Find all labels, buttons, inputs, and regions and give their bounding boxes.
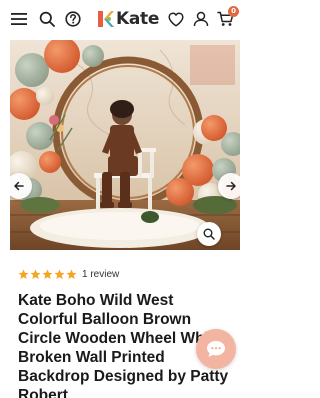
menu-icon: [11, 13, 27, 25]
star-icon: [18, 269, 29, 279]
cart-count-badge: 0: [228, 6, 239, 17]
zoom-button[interactable]: [197, 222, 221, 246]
zoom-icon: [203, 228, 215, 240]
review-count[interactable]: 1 review: [82, 269, 119, 280]
account-button[interactable]: [192, 10, 210, 28]
star-icon: [66, 269, 77, 279]
wishlist-button[interactable]: [167, 10, 185, 28]
logo-icon: [98, 11, 114, 27]
star-icon: [30, 269, 41, 279]
site-header: Kate 0: [0, 0, 250, 38]
title-line: Kate Boho Wild West: [18, 292, 174, 309]
product-rating[interactable]: 1 review: [18, 267, 119, 281]
next-image-button[interactable]: [218, 173, 240, 199]
search-icon: [39, 11, 55, 27]
title-line: Backdrop Designed by Patty: [18, 368, 229, 385]
product-image[interactable]: [10, 40, 240, 250]
backdrop-photo: [10, 40, 240, 250]
prev-arrow-icon: [14, 181, 24, 191]
chat-button[interactable]: [196, 329, 236, 369]
next-arrow-icon: [226, 181, 236, 191]
title-line: Colorful Balloon Brown: [18, 311, 192, 328]
site-logo[interactable]: Kate: [96, 8, 159, 30]
cart-button[interactable]: 0: [216, 6, 239, 28]
title-line: Robert: [18, 387, 68, 398]
heart-icon: [168, 11, 184, 27]
star-icon: [54, 269, 65, 279]
menu-button[interactable]: [10, 10, 28, 28]
search-button[interactable]: [38, 10, 56, 28]
help-button[interactable]: [64, 10, 82, 28]
star-icon: [42, 269, 53, 279]
account-icon: [193, 11, 209, 27]
chat-icon: [207, 341, 225, 357]
logo-text: Kate: [116, 9, 160, 29]
help-icon: [65, 11, 81, 27]
rating-stars: [18, 269, 78, 280]
